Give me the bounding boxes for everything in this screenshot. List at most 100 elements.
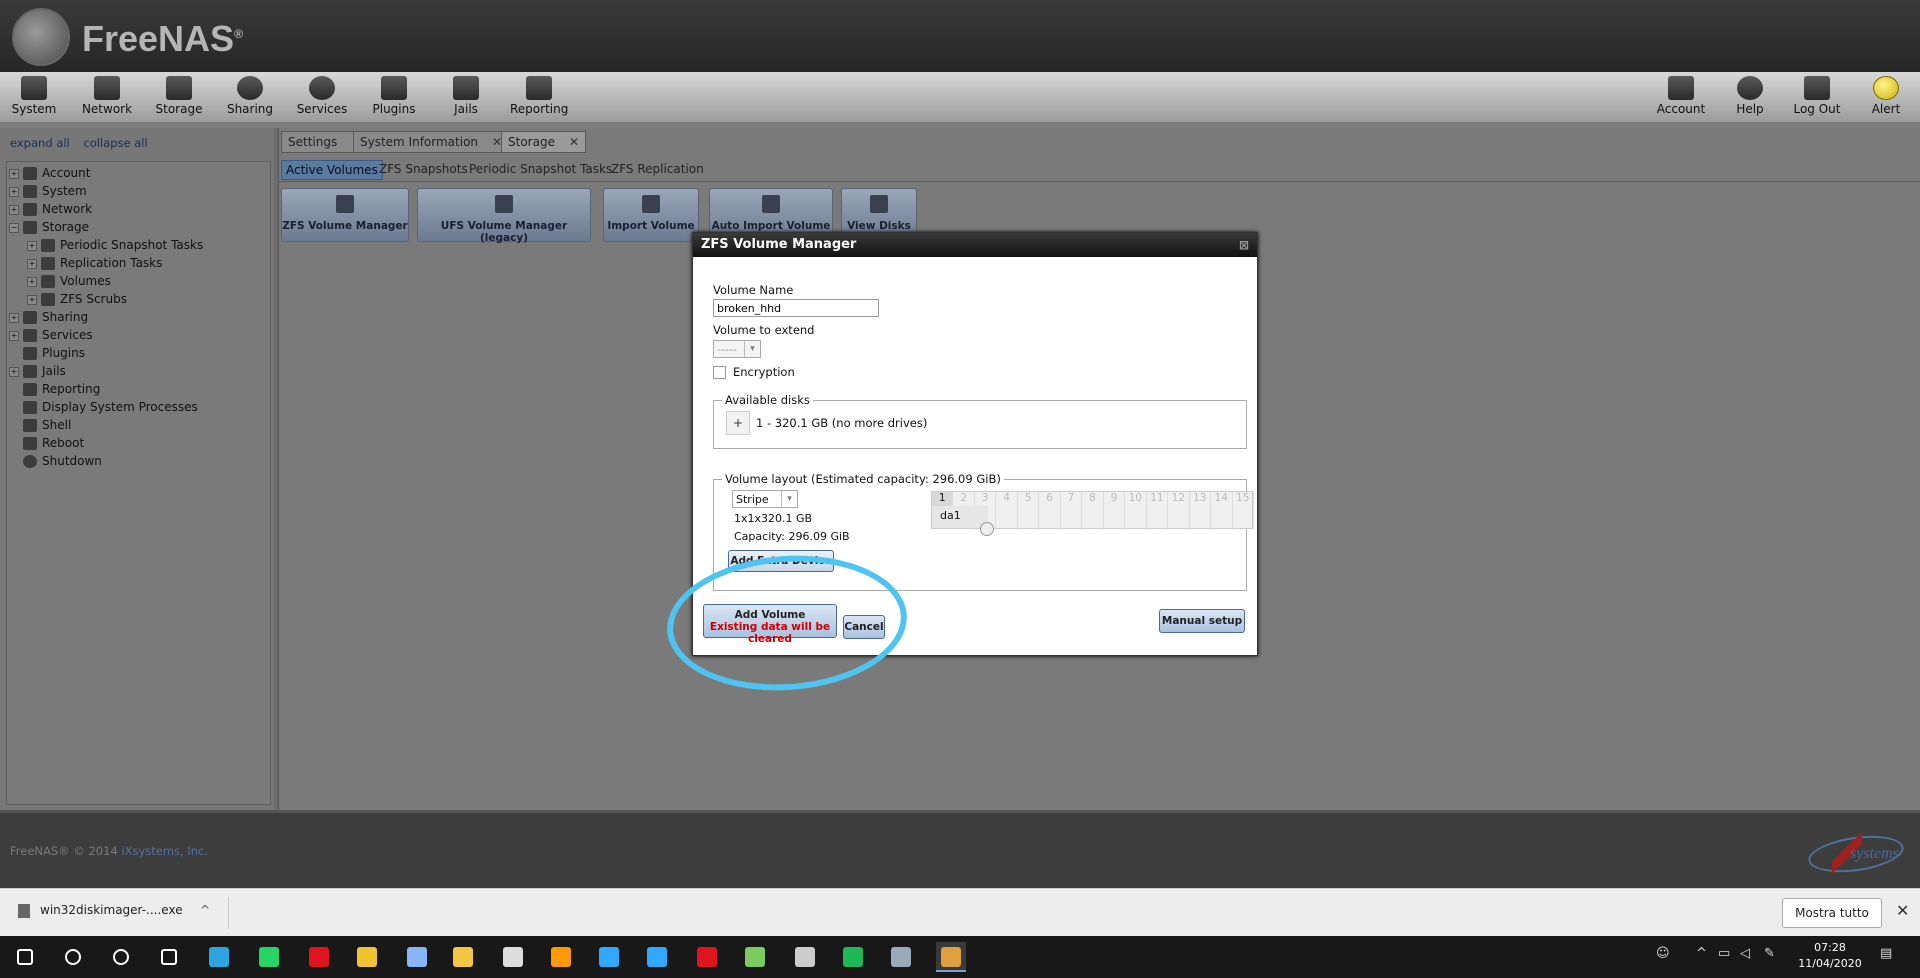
tree-item-replication-tasks[interactable]: + Replication Tasks [27, 254, 162, 272]
tree-item-volumes[interactable]: + Volumes [27, 272, 111, 290]
subtab-active-volumes[interactable]: Active Volumes [281, 160, 383, 180]
company-link[interactable]: iXsystems, Inc. [121, 844, 208, 858]
expand-icon[interactable]: + [9, 168, 19, 179]
toolbar-sharing[interactable]: Sharing [226, 76, 274, 120]
tree-item-network[interactable]: + Network [9, 200, 92, 218]
expand-icon[interactable]: + [27, 276, 37, 287]
tree-item-system[interactable]: + System [9, 182, 87, 200]
tree-item-services[interactable]: + Services [9, 326, 93, 344]
expand-icon[interactable]: + [27, 294, 37, 305]
toolbar-help[interactable]: Help [1734, 76, 1766, 120]
opera-icon[interactable] [304, 942, 334, 972]
tab-close-icon[interactable]: ✕ [569, 135, 579, 149]
expand-icon[interactable]: + [9, 330, 19, 341]
chrome-icon[interactable] [352, 942, 382, 972]
manual-setup-button[interactable]: Manual setup [1159, 609, 1245, 633]
pen-icon[interactable]: ✎ [1764, 946, 1775, 961]
zfs-volume-manager-button[interactable]: ZFS Volume Manager [281, 188, 409, 242]
volume-to-extend-select[interactable]: ----- ▾ [713, 340, 761, 358]
task-view-icon[interactable] [154, 942, 184, 972]
tree-item-plugins[interactable]: Plugins [23, 344, 85, 362]
toolbar-network[interactable]: Network [80, 76, 134, 120]
tree-item-jails[interactable]: + Jails [9, 362, 66, 380]
clock[interactable]: 07:28 11/04/2020 [1790, 940, 1870, 972]
app-active-icon[interactable] [936, 942, 966, 972]
network-app-icon[interactable] [740, 942, 770, 972]
collapse-icon[interactable]: − [9, 222, 19, 233]
disk-layout-grid[interactable]: 15 14 13 12 11 10 9 8 7 6 5 4 3 2 1 da1 [931, 491, 1254, 536]
subtab-periodic-snapshot-tasks[interactable]: Periodic Snapshot Tasks [465, 160, 616, 180]
add-disk-button[interactable]: + [726, 411, 750, 435]
steam-alt-icon[interactable] [790, 942, 820, 972]
download-item[interactable]: win32diskimager-....exe [18, 903, 183, 918]
lightroom-icon[interactable] [642, 942, 672, 972]
expand-icon[interactable]: + [9, 312, 19, 323]
volume-icon[interactable]: ◁ [1740, 946, 1750, 961]
drag-handle-icon[interactable] [980, 522, 994, 536]
people-icon[interactable]: ☺ [1656, 946, 1670, 961]
import-volume-button[interactable]: Import Volume [603, 188, 699, 242]
volume-name-input[interactable] [713, 299, 879, 317]
storage-icon [166, 76, 192, 100]
whatsapp-icon[interactable] [254, 942, 284, 972]
tree-item-storage[interactable]: − Storage [9, 218, 89, 236]
task-view-icon-glyph [161, 949, 177, 965]
subtab-zfs-replication[interactable]: ZFS Replication [607, 160, 708, 180]
toolbar-reporting[interactable]: Reporting [510, 76, 568, 120]
tab-system-information[interactable]: System Information ✕ [353, 131, 510, 153]
tree-item-display-system-processes[interactable]: Display System Processes [23, 398, 198, 416]
expand-icon[interactable]: + [9, 204, 19, 215]
collapse-all-link[interactable]: collapse all [83, 136, 147, 150]
cortana-icon[interactable] [106, 942, 136, 972]
explorer-icon[interactable] [448, 942, 478, 972]
layout-type-select[interactable]: Stripe ▾ [732, 490, 798, 508]
tree-item-shutdown[interactable]: Shutdown [23, 452, 102, 470]
close-icon[interactable]: ✕ [1896, 901, 1909, 920]
chevron-up-icon[interactable]: ^ [200, 903, 210, 917]
tree-item-zfs-scrubs[interactable]: + ZFS Scrubs [27, 290, 127, 308]
tab-storage[interactable]: Storage ✕ [501, 131, 587, 153]
tree-item-shell[interactable]: Shell [23, 416, 71, 434]
notifications-icon[interactable]: ▤ [1880, 946, 1892, 961]
toolbar-services[interactable]: Services [296, 76, 348, 120]
grid-disk-da1[interactable]: da1 [932, 506, 988, 528]
tree-item-sharing[interactable]: + Sharing [9, 308, 88, 326]
toolbar-account[interactable]: Account [1656, 76, 1706, 120]
start-icon[interactable] [10, 942, 40, 972]
encryption-checkbox[interactable] [713, 366, 726, 379]
tray-chevron-icon[interactable]: ^ [1696, 946, 1707, 961]
toolbar-logout[interactable]: Log Out [1792, 76, 1842, 120]
expand-icon[interactable]: + [27, 258, 37, 269]
tree-item-reboot[interactable]: Reboot [23, 434, 84, 452]
toolbar-storage[interactable]: Storage [154, 76, 204, 120]
tree-item-reporting[interactable]: Reporting [23, 380, 100, 398]
expand-all-link[interactable]: expand all [10, 136, 70, 150]
animate-icon[interactable] [692, 942, 722, 972]
freenas-logo[interactable]: FreeNAS® [12, 6, 292, 68]
illustrator-icon[interactable] [546, 942, 576, 972]
clock-app-icon[interactable] [498, 942, 528, 972]
expand-icon[interactable]: + [27, 240, 37, 251]
dialog-close-icon[interactable]: ⊠ [1239, 233, 1249, 257]
steam-icon[interactable] [886, 942, 916, 972]
telegram-icon[interactable] [204, 942, 234, 972]
spotify-icon[interactable] [838, 942, 868, 972]
toolbar-system[interactable]: System [10, 76, 58, 120]
photoshop-icon[interactable] [594, 942, 624, 972]
toolbar-plugins[interactable]: Plugins [372, 76, 416, 120]
show-all-button[interactable]: Mostra tutto [1782, 898, 1882, 928]
toolbar-jails[interactable]: Jails [448, 76, 484, 120]
expand-icon[interactable]: + [9, 366, 19, 377]
expand-icon[interactable]: + [9, 186, 19, 197]
tree-item-periodic-snapshot-tasks[interactable]: + Periodic Snapshot Tasks [27, 236, 203, 254]
subtab-zfs-snapshots[interactable]: ZFS Snapshots [375, 160, 472, 180]
search-icon[interactable] [58, 942, 88, 972]
start-icon-glyph [17, 949, 33, 965]
feather-icon[interactable] [402, 942, 432, 972]
toolbar-alert[interactable]: Alert [1870, 76, 1902, 120]
tree-item-account[interactable]: + Account [9, 164, 90, 182]
download-bar: win32diskimager-....exe ^ Mostra tutto ✕ [0, 888, 1920, 936]
ufs-volume-manager-button[interactable]: UFS Volume Manager (legacy) [417, 188, 591, 244]
network-tray-icon[interactable]: ▭ [1718, 946, 1730, 961]
processes-icon [23, 401, 37, 414]
